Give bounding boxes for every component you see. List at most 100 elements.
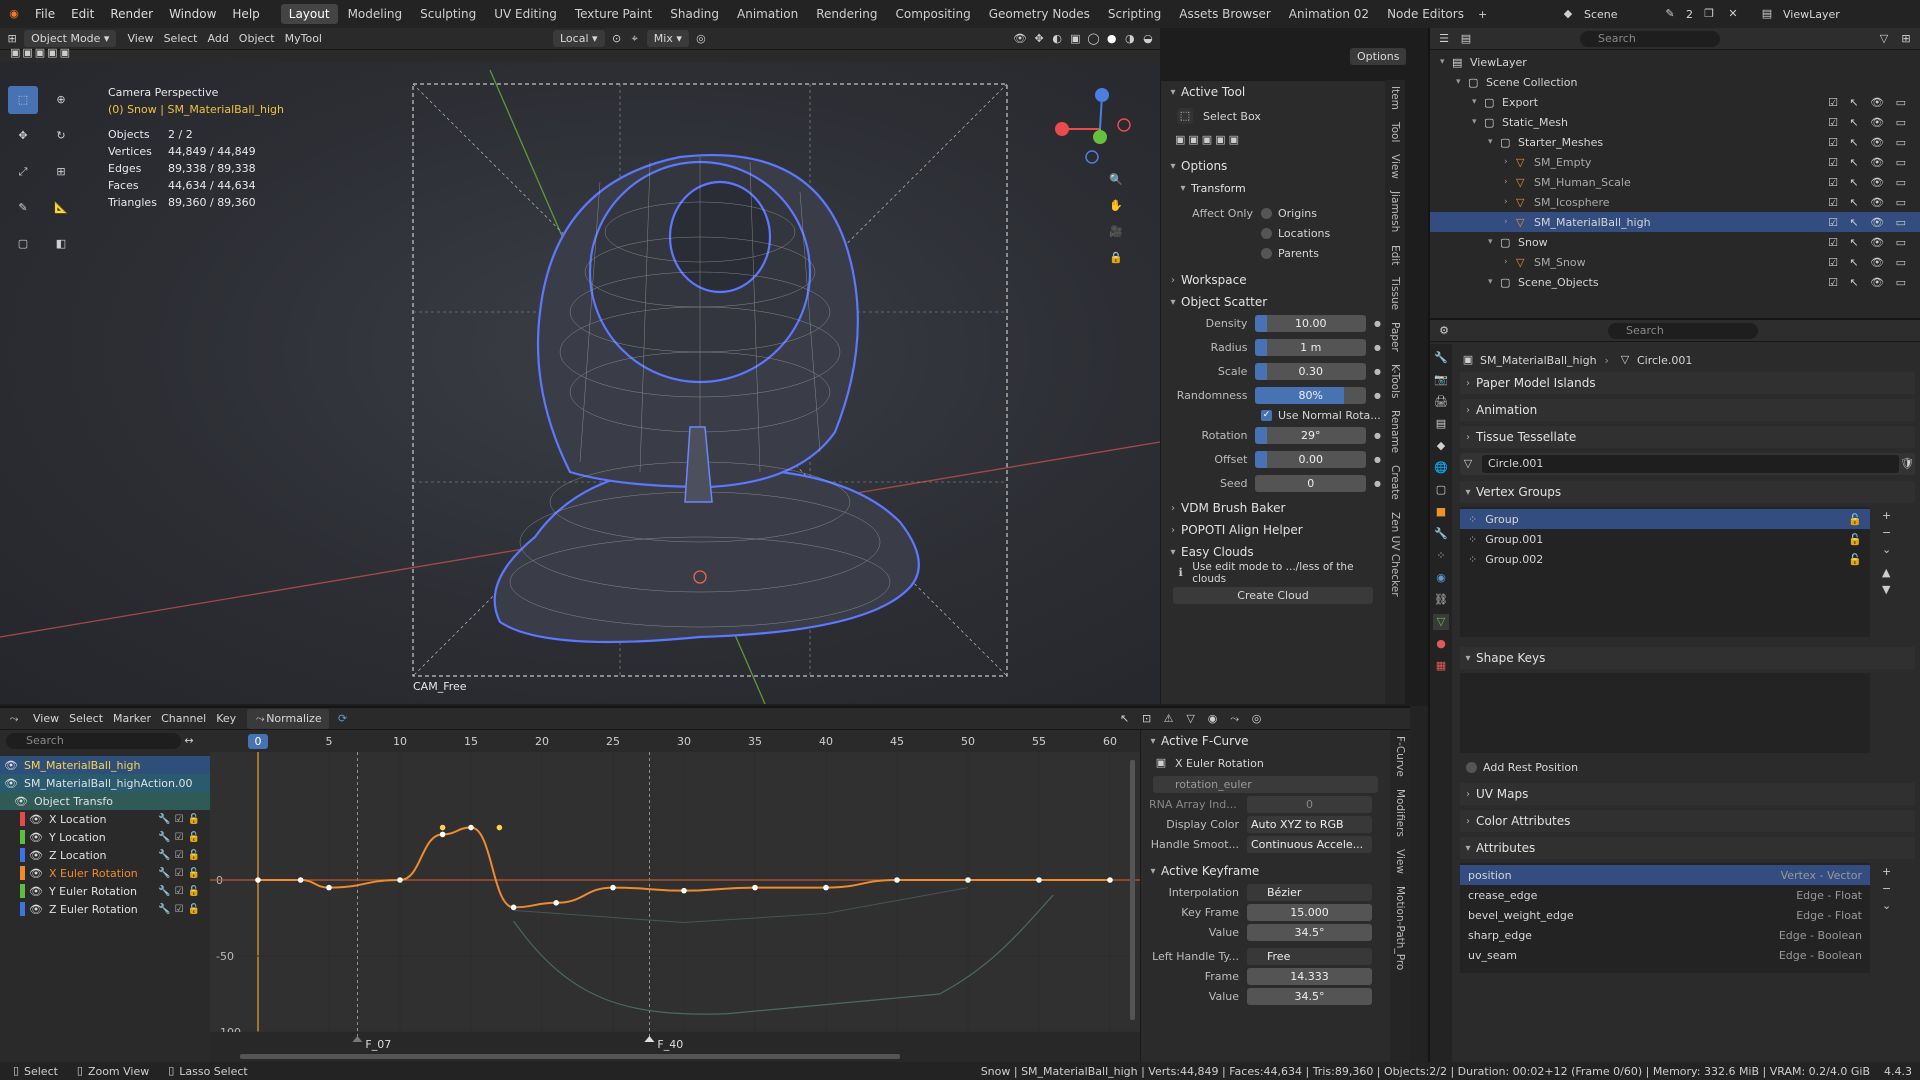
extra-tool-icon[interactable]: ◧	[46, 230, 76, 258]
graph-menu-key[interactable]: Key	[211, 712, 241, 725]
viewport-menu-mytool[interactable]: MyTool	[280, 32, 327, 45]
channel-toggles[interactable]: 🔧☑🔓	[158, 904, 204, 915]
expand-icon[interactable]: ▾	[1456, 77, 1468, 87]
scene-tab-icon[interactable]: ◆	[1433, 438, 1449, 454]
scatter-offset-field[interactable]: 0.00	[1255, 450, 1367, 468]
show-hidden-icon[interactable]: ⊡	[1139, 711, 1155, 727]
close-scene-icon[interactable]: ✕	[1725, 6, 1741, 22]
create-cloud-button[interactable]: Create Cloud	[1173, 587, 1373, 604]
channel-row[interactable]: 👁 SM_MaterialBall_high	[0, 756, 210, 774]
remove-vertex-group-button[interactable]: −	[1882, 526, 1891, 539]
outliner-row[interactable]: ▾ ▢ Export ☑ ↖ 👁 ▭	[1430, 92, 1920, 112]
channel-row[interactable]: 👁 Y Euler Rotation 🔧☑🔓	[0, 882, 210, 900]
properties-panel[interactable]: › Tissue Tessellate	[1460, 426, 1915, 448]
menu-render[interactable]: Render	[103, 5, 160, 23]
snap-mode-select[interactable]: Mix ▾	[646, 30, 689, 47]
blender-logo-icon[interactable]: ◉	[6, 6, 22, 22]
tab-item[interactable]: Item	[1389, 80, 1401, 116]
tab-view[interactable]: View	[1389, 148, 1401, 185]
pan-hand-icon[interactable]: ✋	[1108, 198, 1124, 214]
add-rest-checkbox[interactable]	[1466, 761, 1477, 773]
copy-scene-icon[interactable]: ❐	[1701, 6, 1717, 22]
collection-tab-icon[interactable]: ▢	[1433, 482, 1449, 498]
editor-type-icon[interactable]: ⊞	[6, 31, 18, 47]
workspace-tab-rendering[interactable]: Rendering	[808, 4, 885, 24]
expand-icon[interactable]: ›	[1504, 177, 1516, 187]
value-field[interactable]: 34.5°	[1247, 923, 1372, 941]
outliner-editor-icon[interactable]: ☰	[1436, 31, 1452, 47]
tab-tool[interactable]: Tool	[1389, 116, 1401, 148]
outliner-row[interactable]: ▾ ▢ Snow ☑ ↖ 👁 ▭	[1430, 232, 1920, 252]
overlay-icon[interactable]: ◐	[1051, 31, 1063, 47]
material-shading-icon[interactable]: ◑	[1124, 31, 1136, 47]
remove-attribute-button[interactable]: −	[1882, 882, 1891, 895]
keyframe-dot-icon[interactable]: ●	[1374, 367, 1381, 376]
outliner-row[interactable]: › ▽ SM_Icosphere ☑ ↖ 👁 ▭	[1430, 192, 1920, 212]
tab-edit[interactable]: Edit	[1389, 239, 1401, 271]
texture-tab-icon[interactable]: ▦	[1433, 658, 1449, 674]
mesh-data-icon[interactable]: ▽	[1460, 456, 1476, 472]
tab-jiamesh[interactable]: Jiamesh	[1389, 185, 1401, 238]
viewport-menu-select[interactable]: Select	[159, 32, 203, 45]
outliner-row[interactable]: › ▽ SM_Empty ☑ ↖ 👁 ▭	[1430, 152, 1920, 172]
menu-help[interactable]: Help	[225, 5, 266, 23]
tab-modifiers[interactable]: Modifiers	[1394, 783, 1406, 843]
keyframe-dot-icon[interactable]: ●	[1374, 391, 1381, 400]
keyframe-dot-icon[interactable]: ●	[1374, 455, 1381, 464]
tab-f-curve[interactable]: F-Curve	[1394, 730, 1406, 783]
pivot-icon[interactable]: ⊙	[611, 31, 623, 47]
affect-origins-checkbox[interactable]	[1261, 207, 1272, 219]
camera-view-icon[interactable]: 🎥	[1108, 224, 1124, 240]
select-box-tool-icon[interactable]: ⬚	[1177, 108, 1193, 124]
annotate-icon[interactable]: ✎	[8, 194, 38, 222]
outliner-row[interactable]: ▾ ▢ Starter_Meshes ☑ ↖ 👁 ▭	[1430, 132, 1920, 152]
channel-search[interactable]: Search	[6, 733, 181, 749]
mesh-data-name[interactable]: Circle.001	[1482, 455, 1899, 473]
properties-panel[interactable]: › Color Attributes	[1460, 810, 1915, 832]
add-workspace-button[interactable]: +	[1478, 8, 1487, 21]
attribute-item[interactable]: uv_seam Edge - Boolean	[1460, 945, 1870, 965]
workspace-section[interactable]: › Workspace	[1165, 269, 1381, 291]
channel-row[interactable]: 👁 X Location 🔧☑🔓	[0, 810, 210, 828]
physics-tab-icon[interactable]: ◉	[1433, 570, 1449, 586]
use-normal-checkbox[interactable]: ✓	[1261, 409, 1272, 421]
object-scatter-section[interactable]: ▾ Object Scatter	[1165, 291, 1381, 313]
lock-icon[interactable]: 🔓	[1848, 553, 1862, 566]
pin-icon[interactable]: ✎	[1662, 6, 1678, 22]
attribute-item[interactable]: position Vertex - Vector	[1460, 865, 1870, 885]
move-down-icon[interactable]: ▼	[1882, 583, 1891, 596]
workspace-tab-modeling[interactable]: Modeling	[340, 4, 411, 24]
warning-icon[interactable]: ⚠	[1161, 711, 1177, 727]
visibility-toggles[interactable]: ☑ ↖ 👁 ▭	[1828, 276, 1910, 289]
solid-shading-icon[interactable]: ●	[1106, 31, 1118, 47]
tab-paper[interactable]: Paper	[1389, 316, 1401, 358]
expand-icon[interactable]: ›	[1504, 197, 1516, 207]
data-path-field[interactable]: rotation_euler	[1153, 775, 1378, 793]
properties-panel[interactable]: › UV Maps	[1460, 783, 1915, 805]
normalize-toggle[interactable]: ⤳ Normalize	[247, 708, 329, 729]
easy-clouds-section[interactable]: ▾ Easy Clouds	[1165, 541, 1381, 563]
workspace-tab-assets-browser[interactable]: Assets Browser	[1171, 4, 1279, 24]
addon-panel[interactable]: › VDM Brush Baker	[1165, 497, 1381, 519]
graph-menu-channel[interactable]: Channel	[156, 712, 211, 725]
visibility-toggles[interactable]: ☑ ↖ 👁 ▭	[1828, 256, 1910, 269]
data-tab-icon[interactable]: ▽	[1433, 614, 1449, 630]
select-mode-icons[interactable]: ▣▣▣▣▣	[10, 46, 72, 59]
channel-toggles[interactable]: 🔧☑🔓	[158, 886, 204, 897]
visibility-toggles[interactable]: ☑ ↖ 👁 ▭	[1828, 136, 1910, 149]
vertex-groups-section[interactable]: ▾ Vertex Groups	[1460, 481, 1915, 503]
channel-toggles[interactable]: 🔧☑🔓	[158, 868, 204, 879]
expand-icon[interactable]: ▾	[1472, 117, 1484, 127]
vertex-group-menu-icon[interactable]: ⌄	[1882, 543, 1891, 556]
outliner-row[interactable]: ▾ ▢ Scene_Objects ☑ ↖ 👁 ▭	[1430, 272, 1920, 292]
workspace-tab-animation[interactable]: Animation	[729, 4, 806, 24]
keyframe-dot-icon[interactable]: ●	[1374, 319, 1381, 328]
tab-rename[interactable]: Rename	[1389, 404, 1401, 459]
channel-toggles[interactable]: 🔧☑🔓	[158, 850, 204, 861]
eye-icon[interactable]: 👁	[29, 885, 43, 898]
properties-editor-icon[interactable]: ⚙	[1436, 323, 1452, 339]
vertex-group-item[interactable]: ⁘ Group.002 🔓	[1460, 549, 1870, 569]
view-layer-name[interactable]: ViewLayer	[1783, 8, 1840, 21]
graph-area[interactable]: 05101520253035404550556000-50-100F_07F_4…	[210, 730, 1140, 1062]
render-tab-icon[interactable]: 📷	[1433, 372, 1449, 388]
